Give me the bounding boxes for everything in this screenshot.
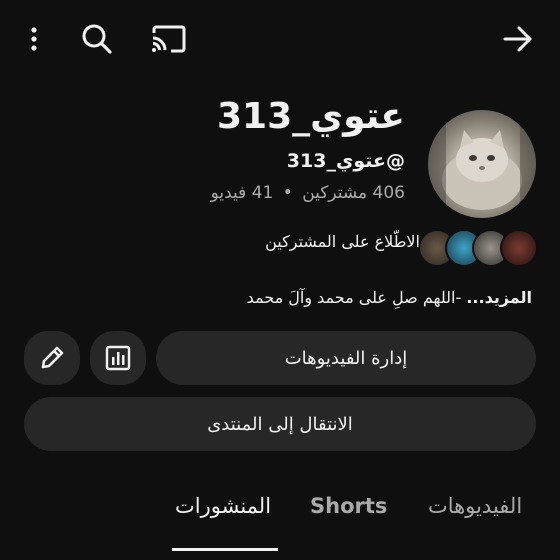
more-vert-icon [31,27,37,51]
back-arrow-icon [503,26,532,52]
active-tab-indicator [172,548,278,551]
edit-channel-button[interactable] [24,331,80,385]
view-subscribers-link[interactable]: الاطّلاع على المشتركين [265,232,420,251]
manage-videos-button[interactable]: إدارة الفيديوهات [156,331,536,385]
more-link[interactable]: ...المزيد [466,288,532,307]
search-button[interactable] [78,20,116,58]
channel-handle: @عتوي_313 [286,150,405,172]
cast-button[interactable] [148,20,188,58]
back-button[interactable] [498,20,538,58]
stats-separator: • [282,183,293,203]
more-options-button[interactable] [20,22,48,56]
manage-videos-label: إدارة الفيديوهات [284,347,408,369]
go-to-community-button[interactable]: الانتقال إلى المنتدى [24,397,536,451]
tab-posts[interactable]: المنشورات [175,494,271,518]
analytics-button[interactable] [90,331,146,385]
tab-shorts[interactable]: Shorts [310,494,387,518]
channel-stats: 406 مشتركين • 41 فيديو [211,183,405,203]
cast-icon [152,25,186,53]
channel-avatar[interactable] [428,110,536,218]
tab-videos[interactable]: الفيديوهات [428,494,522,518]
cat-photo [428,110,536,218]
analytics-icon [105,345,131,371]
subscriber-avatar [500,229,538,267]
description-text: -اللهم صلِ على محمد وآلَ محمد [246,288,462,307]
subscriber-avatars[interactable] [418,229,540,267]
channel-name: عتوي_313 [216,96,405,137]
video-count: 41 فيديو [210,183,274,203]
go-to-community-label: الانتقال إلى المنتدى [207,413,353,435]
subscriber-count: 406 مشتركين [302,183,405,203]
channel-description[interactable]: -اللهم صلِ على محمد وآلَ محمد ...المزيد [247,288,540,307]
search-icon [82,24,112,54]
pencil-icon [41,346,64,369]
